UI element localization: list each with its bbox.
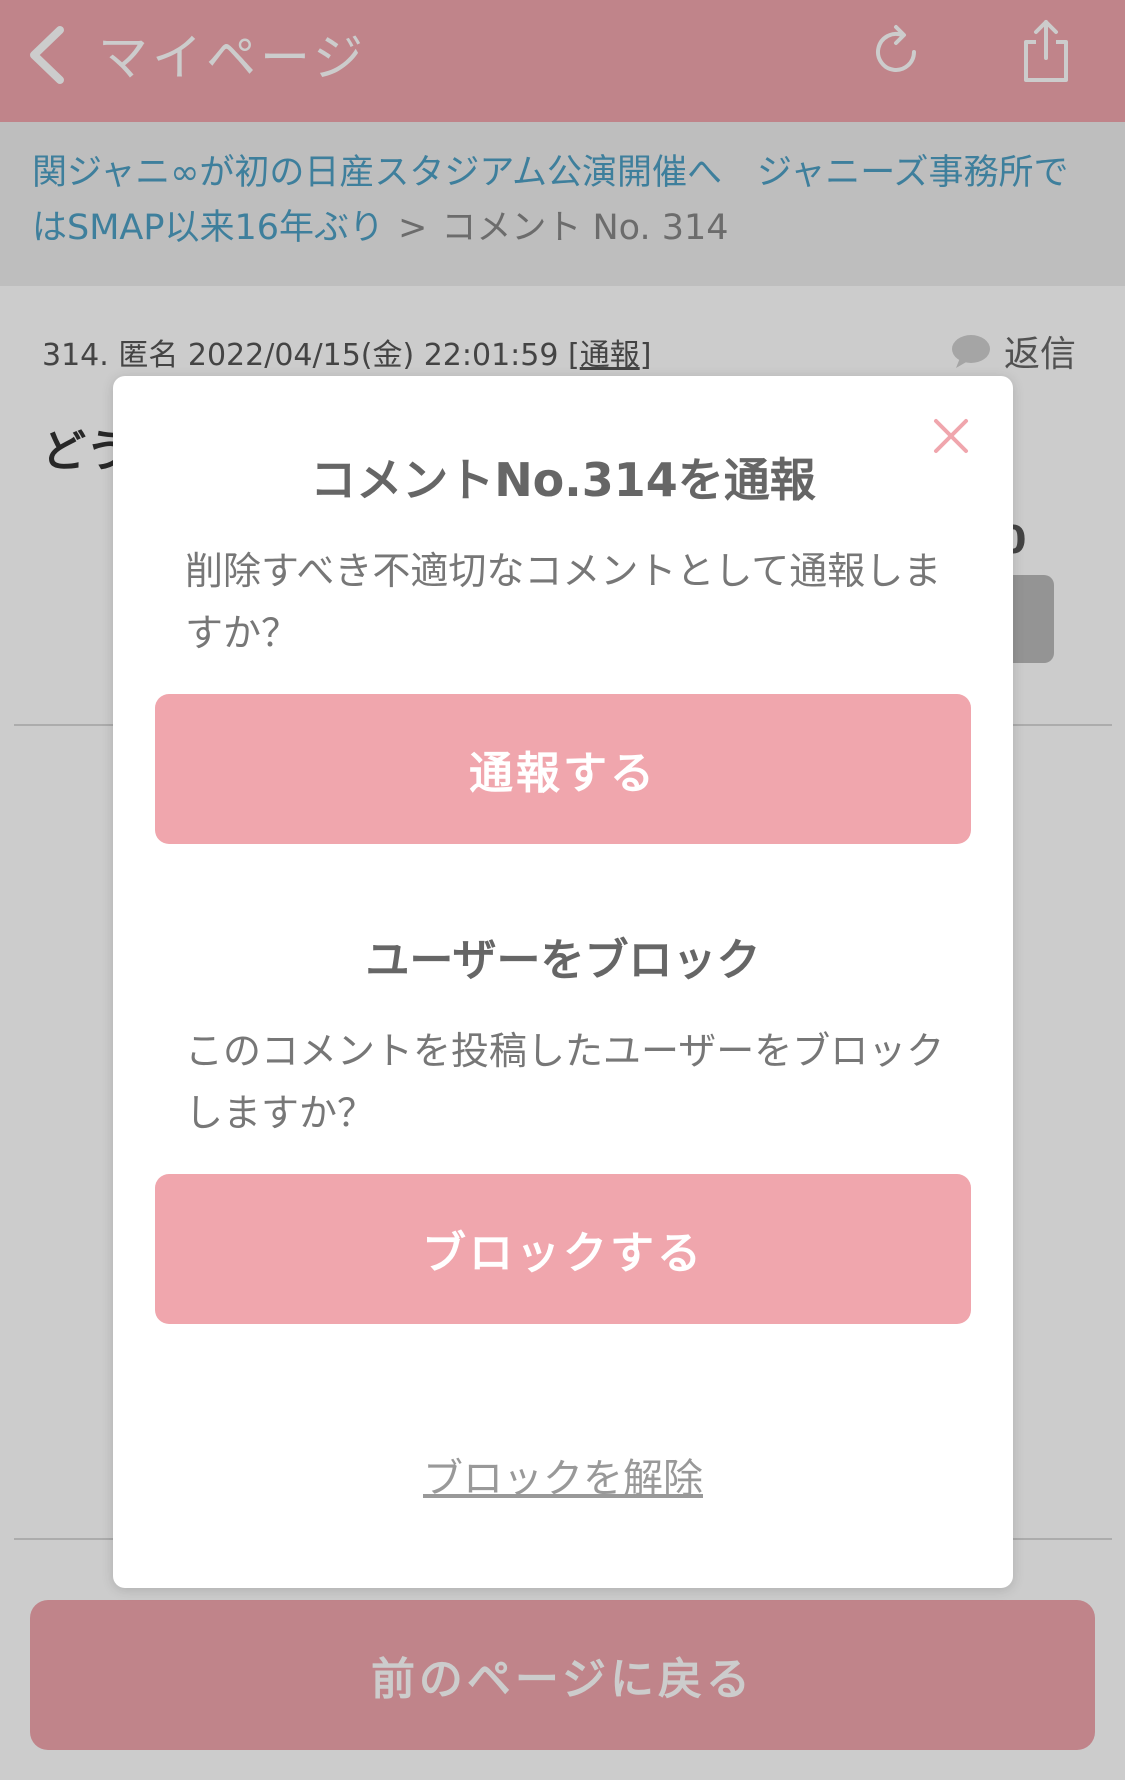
report-modal: コメントNo.314を通報 削除すべき不適切なコメントとして通報しますか？ 通報… <box>113 376 1013 1588</box>
block-description: このコメントを投稿したユーザーをブロックしますか？ <box>185 1029 945 1135</box>
block-user-title: ユーザーをブロック <box>365 935 761 986</box>
block-button[interactable]: ブロックする <box>155 1174 971 1324</box>
report-description: 削除すべき不適切なコメントとして通報しますか？ <box>185 549 942 655</box>
report-button[interactable]: 通報する <box>155 694 971 844</box>
unblock-link[interactable]: ブロックを解除 <box>113 1446 1013 1504</box>
modal-title: コメントNo.314を通報 <box>310 453 816 507</box>
